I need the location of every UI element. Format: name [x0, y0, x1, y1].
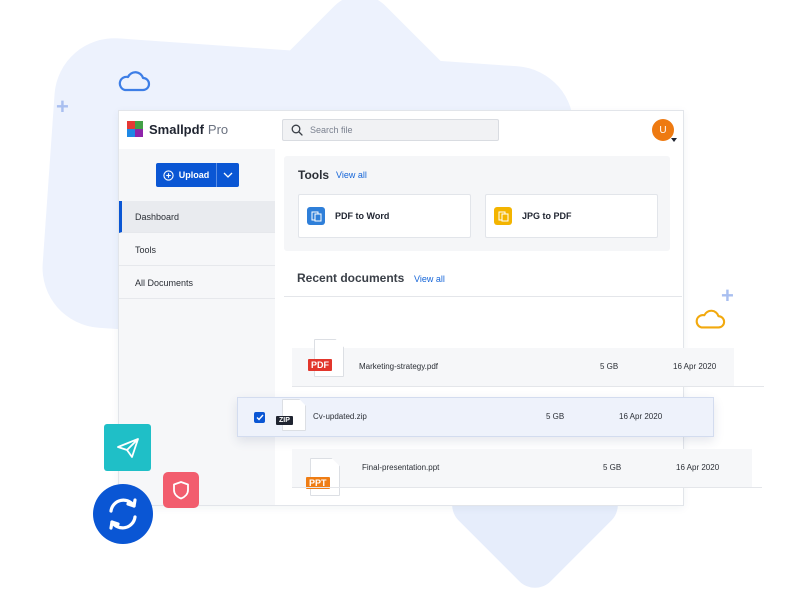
search-icon: [291, 124, 303, 136]
document-size: 5 GB: [600, 362, 619, 371]
app-window: Smallpdf Pro U Upload: [118, 110, 684, 506]
upload-button[interactable]: Upload: [156, 163, 216, 187]
pdf-to-word-icon: [307, 207, 325, 225]
send-tile: [104, 424, 151, 471]
paper-plane-icon: [116, 437, 139, 458]
document-name: Marketing-strategy.pdf: [359, 362, 438, 371]
sidebar-item-all-documents[interactable]: All Documents: [119, 267, 275, 299]
document-date: 16 Apr 2020: [676, 463, 720, 472]
app-logo[interactable]: Smallpdf Pro: [127, 121, 228, 137]
plus-decoration-icon: +: [56, 94, 69, 119]
sync-tile: [93, 484, 153, 544]
sidebar-item-label: All Documents: [135, 277, 194, 288]
sidebar-item-label: Dashboard: [135, 211, 180, 222]
pdf-file-icon: PDF: [308, 359, 332, 371]
tools-panel: Tools View all PDF to Word JPG to PDF: [284, 156, 670, 251]
document-row[interactable]: PPT Final-presentation.ppt 5 GB 16 Apr 2…: [292, 449, 752, 496]
tool-jpg-to-pdf[interactable]: JPG to PDF: [485, 194, 658, 238]
zip-file-icon: ZIP: [276, 416, 293, 425]
row-checkbox[interactable]: [254, 412, 265, 423]
search-box[interactable]: [282, 119, 499, 141]
avatar-initial: U: [659, 124, 667, 136]
checkmark-icon: [256, 414, 264, 421]
smallpdf-logo-icon: [127, 121, 143, 137]
divider: [284, 296, 682, 297]
sidebar-item-dashboard[interactable]: Dashboard: [119, 201, 275, 233]
security-tile: [163, 472, 199, 508]
document-size: 5 GB: [603, 463, 622, 472]
document-size: 5 GB: [546, 412, 565, 421]
plus-circle-icon: [163, 169, 174, 181]
upload-label: Upload: [178, 170, 210, 180]
tool-label: JPG to PDF: [522, 211, 572, 221]
row-divider: [292, 487, 762, 488]
user-avatar[interactable]: U: [652, 119, 677, 142]
plus-decoration-icon: +: [721, 283, 734, 308]
document-name: Final-presentation.ppt: [362, 463, 440, 472]
search-input[interactable]: [310, 125, 490, 135]
sidebar-item-tools[interactable]: Tools: [119, 234, 275, 266]
caret-down-icon: [671, 138, 677, 142]
app-name: Smallpdf: [149, 121, 204, 137]
recent-view-all-link[interactable]: View all: [414, 274, 445, 284]
document-row[interactable]: PDF Marketing-strategy.pdf 5 GB 16 Apr 2…: [292, 339, 734, 386]
cloud-icon: [695, 309, 726, 329]
chevron-down-icon: [223, 172, 233, 178]
upload-options-button[interactable]: [216, 163, 239, 187]
jpg-to-pdf-icon: [494, 207, 512, 225]
row-divider: [292, 386, 764, 387]
app-plan: Pro: [207, 121, 229, 137]
cloud-icon: [118, 71, 151, 92]
tools-view-all-link[interactable]: View all: [336, 170, 367, 180]
recent-documents-title: Recent documents: [297, 271, 405, 285]
tool-label: PDF to Word: [335, 211, 390, 221]
document-row-selected[interactable]: ZIP Cv-updated.zip 5 GB 16 Apr 2020: [237, 397, 714, 437]
top-bar: Smallpdf Pro U: [119, 111, 683, 149]
tool-pdf-to-word[interactable]: PDF to Word: [298, 194, 471, 238]
sync-icon: [109, 498, 137, 530]
sidebar-item-label: Tools: [135, 244, 157, 255]
file-page-icon: [314, 339, 344, 377]
upload-button-group: Upload: [156, 163, 239, 187]
file-page-icon: [282, 399, 306, 431]
tools-title: Tools: [298, 168, 330, 182]
shield-icon: [173, 481, 189, 500]
document-date: 16 Apr 2020: [673, 362, 717, 371]
document-date: 16 Apr 2020: [619, 412, 663, 421]
document-name: Cv-updated.zip: [313, 412, 367, 421]
